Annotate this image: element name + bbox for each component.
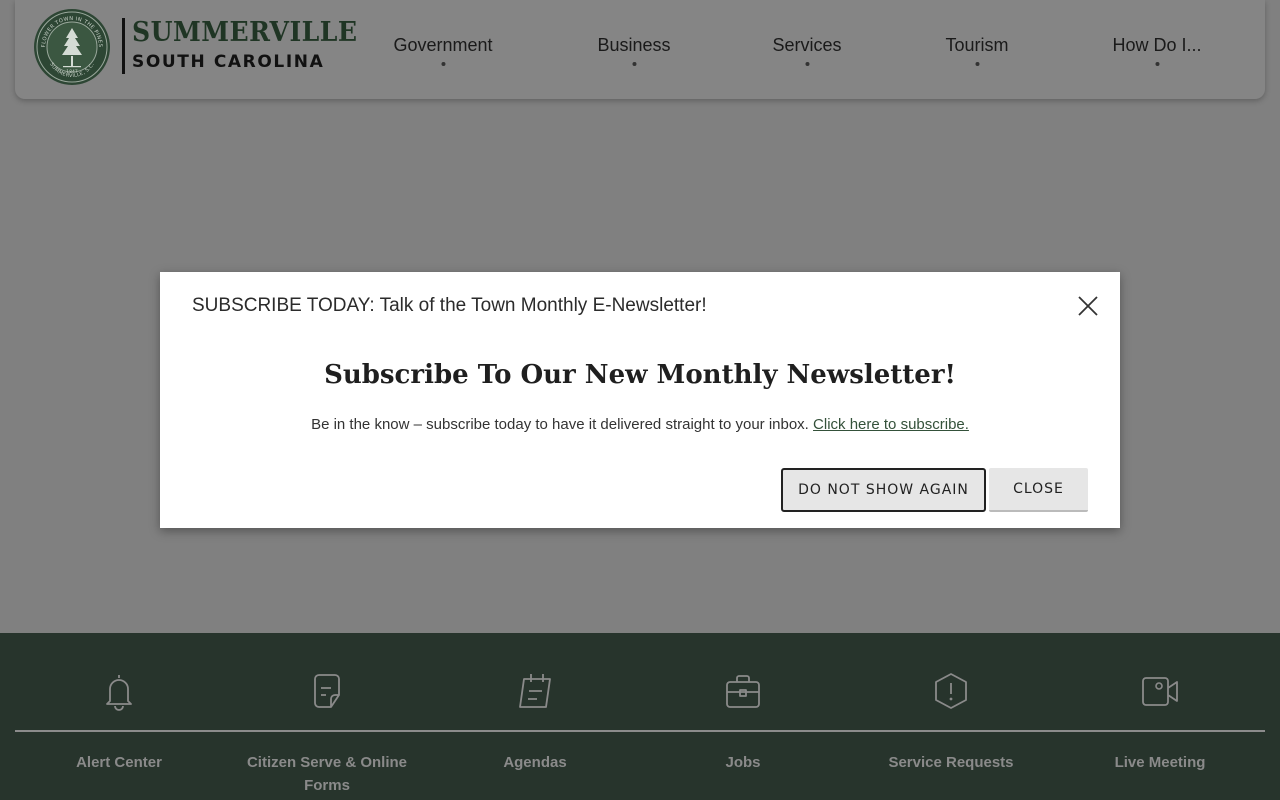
quick-link-label: Jobs	[725, 754, 761, 771]
quick-link-jobs[interactable]: Jobs	[639, 633, 847, 800]
briefcase-icon	[726, 675, 760, 708]
quick-link-service-requests[interactable]: Service Requests	[847, 633, 1055, 800]
nav-dot-indicator	[440, 62, 445, 66]
nav-how-do-i[interactable]: How Do I...	[1112, 35, 1202, 66]
quick-link-label: Agendas	[503, 754, 567, 771]
do-not-show-again-button[interactable]: DO NOT SHOW AGAIN	[781, 468, 986, 512]
site-header: FLOWER TOWN IN THE PINES SUMMERVILLE, S.…	[15, 0, 1265, 99]
quick-link-label: Live Meeting	[1114, 754, 1206, 771]
calendar-icon	[519, 674, 551, 708]
quick-link-label: Service Requests	[888, 754, 1014, 771]
nav-services[interactable]: Services	[772, 35, 842, 66]
nav-label: How Do I...	[1112, 35, 1202, 55]
nav-dot-indicator	[805, 62, 809, 66]
quick-link-label: Alert Center	[76, 754, 162, 771]
nav-label: Tourism	[945, 35, 1009, 55]
svg-text:1847: 1847	[66, 69, 78, 75]
nav-label: Business	[597, 35, 671, 55]
nav-business[interactable]: Business	[597, 35, 671, 66]
nav-label: Services	[772, 35, 842, 55]
modal-body: Be in the know – subscribe today to have…	[160, 416, 1120, 433]
bell-icon	[106, 675, 132, 711]
logo-divider	[122, 18, 125, 74]
quick-link-citizen-serve[interactable]: Citizen Serve & Online Forms	[223, 633, 431, 800]
close-icon[interactable]	[1076, 294, 1100, 318]
quick-link-live-meeting[interactable]: Live Meeting	[1056, 633, 1264, 800]
document-icon	[314, 674, 340, 708]
quick-link-alert-center[interactable]: Alert Center	[15, 633, 223, 800]
alert-hexagon-icon	[935, 673, 967, 709]
nav-dot-indicator	[631, 62, 636, 66]
logo-state-name[interactable]: SOUTH CAROLINA	[132, 52, 324, 72]
logo-town-name[interactable]: SUMMERVILLE	[132, 17, 358, 48]
quick-link-agendas[interactable]: Agendas	[431, 633, 639, 800]
nav-tourism[interactable]: Tourism	[945, 35, 1009, 66]
quick-link-label: Citizen Serve & Online Forms	[246, 754, 408, 794]
newsletter-modal: SUBSCRIBE TODAY: Talk of the Town Monthl…	[160, 272, 1120, 528]
modal-body-text: Be in the know – subscribe today to have…	[311, 416, 809, 433]
modal-heading: Subscribe To Our New Monthly Newsletter!	[324, 360, 956, 390]
town-seal-logo[interactable]: FLOWER TOWN IN THE PINES SUMMERVILLE, S.…	[33, 8, 111, 86]
nav-dot-indicator	[974, 62, 979, 66]
subscribe-link[interactable]: Click here to subscribe.	[813, 416, 969, 433]
modal-title: SUBSCRIBE TODAY: Talk of the Town Monthl…	[192, 295, 707, 316]
nav-government[interactable]: Government	[393, 35, 493, 66]
close-button[interactable]: CLOSE	[989, 468, 1088, 512]
nav-dot-indicator	[1155, 62, 1159, 66]
nav-label: Government	[393, 35, 493, 55]
video-camera-icon	[1142, 677, 1178, 706]
quick-links-footer: Alert Center Citizen Serve & Online Form…	[0, 633, 1280, 800]
